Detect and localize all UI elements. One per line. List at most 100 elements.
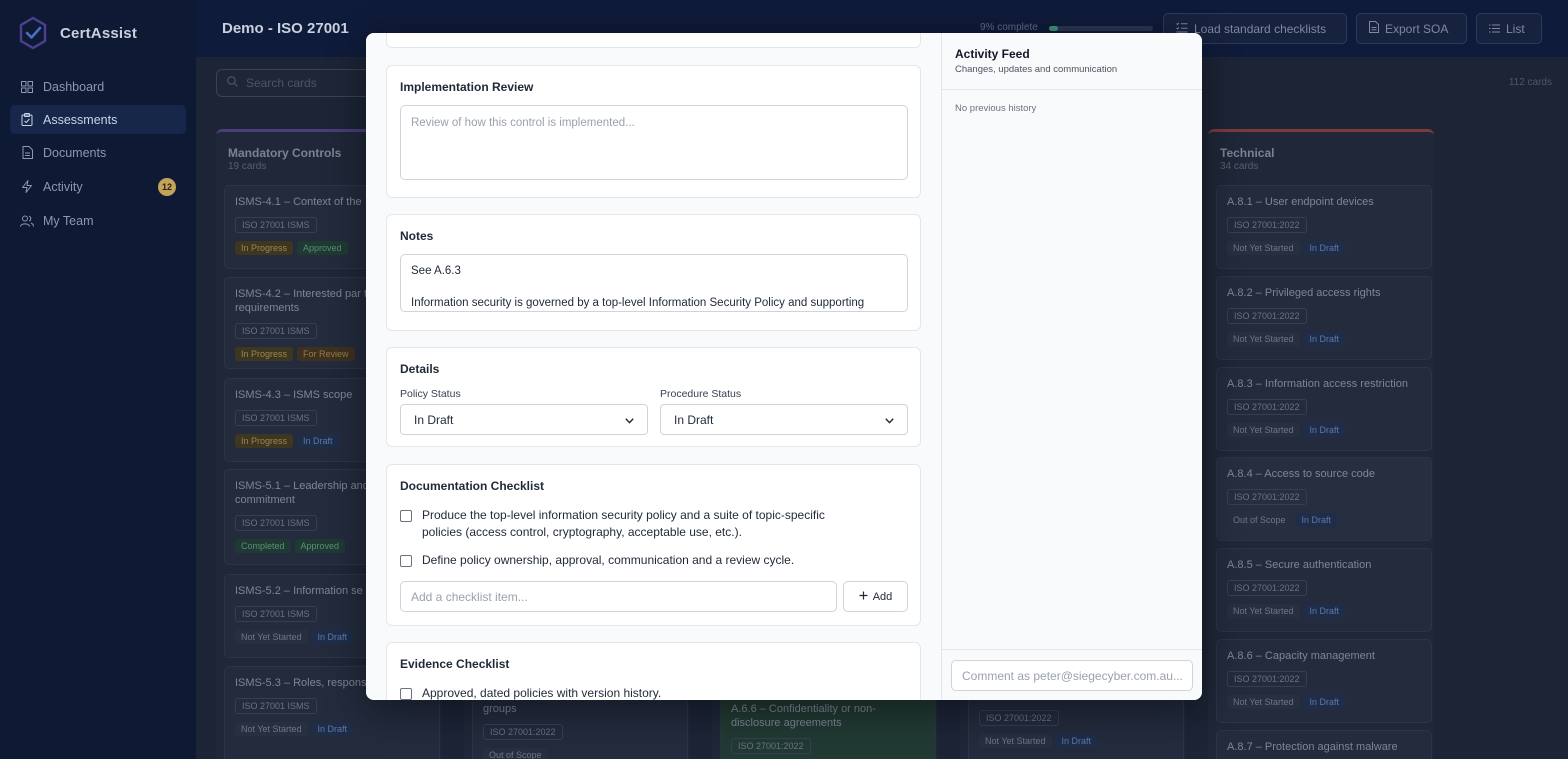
card-title: A.6.6 – Confidentiality or non-disclosur… [731,703,876,729]
card-title: groups [483,703,517,715]
column-technical: Technical 34 cards A.8.1 – User endpoint… [1208,129,1434,759]
card[interactable]: A.8.2 – Privileged access rights ISO 270… [1216,276,1432,360]
activity-count-badge: 12 [158,178,176,196]
status-badge: Not Yet Started [1227,241,1300,255]
list-icon [1489,22,1500,36]
add-checklist-item-input[interactable]: Add a checklist item... [400,581,837,612]
doc-status-badge: In Draft [1303,423,1346,437]
checklist-item: Approved, dated policies with version hi… [400,685,900,700]
notes-line: Information security is governed by a to… [411,297,865,309]
implementation-review-section: Implementation Review Review of how this… [386,65,921,198]
card-standard: ISO 27001:2022 [1227,489,1307,505]
load-checklists-label: Load standard checklists [1194,21,1327,36]
section-heading: Details [400,362,440,376]
card[interactable]: groups ISO 27001:2022 Out of Scope [472,692,688,759]
checklist-item: Define policy ownership, approval, commu… [400,552,900,569]
column-count: 19 cards [228,161,267,172]
list-view-button[interactable]: List [1476,13,1542,44]
status-badge: In Progress [235,347,294,361]
documentation-checklist-section: Documentation Checklist Produce the top-… [386,464,921,626]
card[interactable]: A.8.5 – Secure authentication ISO 27001:… [1216,548,1432,632]
sidebar-item-activity[interactable]: Activity 12 [10,172,186,201]
checklist-item-text: Approved, dated policies with version hi… [422,686,662,700]
doc-status-badge: In Draft [311,630,354,644]
activity-feed-panel: Activity Feed Changes, updates and commu… [941,33,1202,700]
activity-feed-empty: No previous history [955,103,1037,114]
card-standard: ISO 27001 ISMS [235,410,317,426]
card-standard: ISO 27001 ISMS [235,515,317,531]
card-count: 112 cards [1508,77,1552,88]
checklist-checkbox[interactable] [400,510,412,522]
card[interactable]: A.8.3 – Information access restriction I… [1216,367,1432,451]
users-icon [20,214,34,228]
status-badge: Not Yet Started [235,630,308,644]
chevron-down-icon [885,413,894,427]
chevron-down-icon [625,413,634,427]
divider [942,89,1202,90]
doc-status-badge: In Draft [1303,332,1346,346]
card[interactable]: ISO 27001:2022 Not Yet Started In Draft [968,692,1184,759]
card-standard: ISO 27001 ISMS [235,698,317,714]
card-title: A.8.4 – Access to source code [1227,468,1375,480]
implementation-review-input[interactable]: Review of how this control is implemente… [400,105,908,180]
status-badge: Not Yet Started [235,722,308,736]
progress-label: 9% complete [980,22,1038,33]
sidebar-item-assessments[interactable]: Assessments [10,105,186,134]
status-badge: Not Yet Started [1227,423,1300,437]
card[interactable]: A.8.6 – Capacity management ISO 27001:20… [1216,639,1432,723]
card-title: A.8.7 – Protection against malware [1227,741,1398,753]
doc-status-badge: In Draft [1295,513,1338,527]
card-standard: ISO 27001 ISMS [235,217,317,233]
card[interactable]: A.8.4 – Access to source code ISO 27001:… [1216,457,1432,541]
doc-status-badge: In Draft [1055,734,1098,748]
certassist-logo-icon [19,16,47,50]
notes-input[interactable]: See A.6.3 Information security is govern… [400,254,908,312]
divider [942,649,1202,650]
card-standard: ISO 27001 ISMS [235,323,317,339]
status-badge: Out of Scope [1227,513,1292,527]
control-detail-modal: Implementation Review Review of how this… [366,33,1202,700]
card-standard: ISO 27001:2022 [1227,308,1307,324]
sidebar-item-dashboard[interactable]: Dashboard [10,72,186,101]
checklist-checkbox[interactable] [400,688,412,700]
doc-status-badge: In Draft [1303,241,1346,255]
status-badge: Not Yet Started [1227,332,1300,346]
card-standard: ISO 27001:2022 [1227,580,1307,596]
search-icon [227,76,238,90]
sidebar-item-label: Activity [43,179,83,194]
card-standard: ISO 27001:2022 [1227,399,1307,415]
card[interactable]: A.8.1 – User endpoint devices ISO 27001:… [1216,185,1432,269]
notes-line: See A.6.3 [411,265,461,277]
column-title: Technical [1220,146,1275,160]
policy-status-select[interactable]: In Draft [400,404,648,435]
status-badge: Not Yet Started [1227,695,1300,709]
sidebar-item-my-team[interactable]: My Team [10,206,186,235]
sidebar-item-label: Assessments [43,112,118,127]
procedure-status-label: Procedure Status [660,388,742,400]
doc-status-badge: In Draft [1303,604,1346,618]
export-soa-button[interactable]: Export SOA [1356,13,1467,44]
sidebar-item-label: Dashboard [43,79,105,94]
add-checklist-item-button[interactable]: Add [843,581,908,612]
card[interactable]: A.6.6 – Confidentiality or non-disclosur… [720,692,936,759]
card[interactable]: A.8.7 – Protection against malware [1216,730,1432,759]
search-placeholder: Search cards [246,76,317,90]
plus-icon [859,591,868,603]
card-standard: ISO 27001:2022 [483,724,563,740]
comment-input[interactable]: Comment as peter@siegecyber.com.au... [951,660,1193,691]
card-title: A.8.6 – Capacity management [1227,650,1375,662]
procedure-status-select[interactable]: In Draft [660,404,908,435]
dashboard-icon [20,80,34,94]
checklist-item-text: Produce the top-level information securi… [422,508,825,539]
checklist-checkbox[interactable] [400,555,412,567]
status-badge: Not Yet Started [979,734,1052,748]
app-logo[interactable]: CertAssist [18,16,137,50]
status-badge: In Progress [235,434,294,448]
card-title: A.8.1 – User endpoint devices [1227,196,1374,208]
clipboard-icon [20,113,34,127]
document-icon [20,146,34,160]
notes-section: Notes See A.6.3 Information security is … [386,214,921,331]
policy-status-label: Policy Status [400,388,461,400]
section-heading: Documentation Checklist [400,479,545,493]
sidebar-item-documents[interactable]: Documents [10,138,186,167]
